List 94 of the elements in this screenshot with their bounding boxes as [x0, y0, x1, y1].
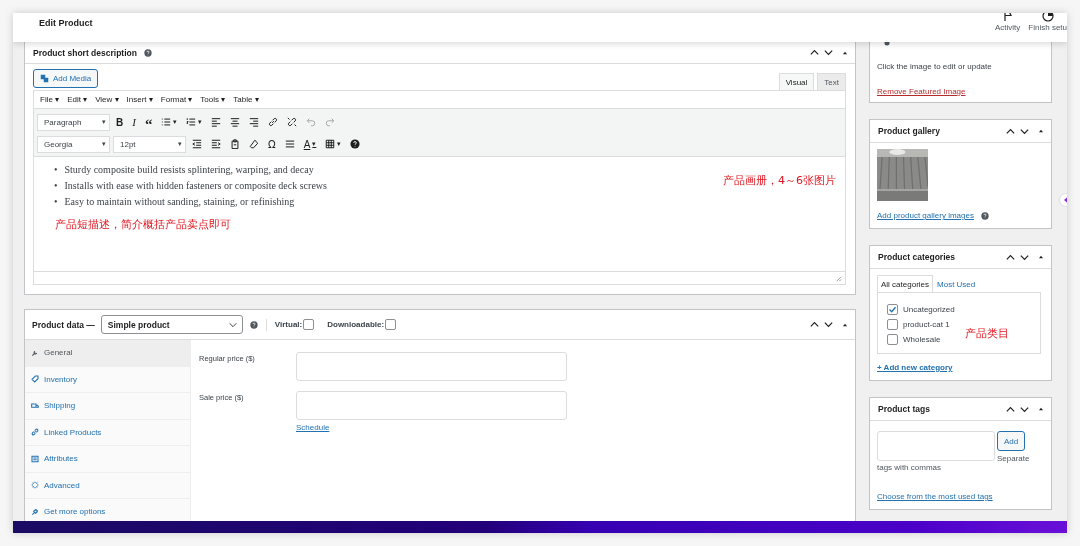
help-icon — [980, 211, 989, 220]
paste-icon — [230, 139, 240, 149]
panel-title: Product gallery — [878, 126, 940, 136]
checkbox[interactable] — [887, 304, 898, 315]
most-used-tags-link[interactable]: Choose from the most used tags — [877, 492, 993, 501]
toolbar-button[interactable]: I — [129, 113, 139, 131]
category-label: Uncategorized — [903, 305, 955, 314]
toolbar-button[interactable]: “ — [141, 113, 156, 131]
align-center-icon — [230, 117, 241, 127]
hint-text: tags with commas — [877, 463, 942, 472]
table-icon — [325, 139, 336, 149]
menu-item[interactable]: Edit ▾ — [64, 95, 91, 104]
editor-tab[interactable]: Visual — [778, 73, 815, 90]
header-action-button[interactable]: Finish setu — [1028, 13, 1067, 32]
tag-input[interactable] — [877, 431, 995, 461]
media-icon — [40, 74, 49, 83]
menu-item[interactable]: View ▾ — [92, 95, 122, 104]
panel-title: Product short description — [33, 47, 137, 58]
checkbox[interactable] — [887, 334, 898, 345]
collapse-icon[interactable] — [1037, 127, 1045, 135]
resize-grip-icon[interactable] — [835, 275, 842, 282]
category-tab[interactable]: Most Used — [933, 275, 980, 292]
link-icon — [268, 117, 279, 127]
bullets-icon — [161, 117, 172, 127]
bullet-text: Sturdy composite build resists splintering, warping, and decay — [64, 163, 314, 176]
help-icon — [350, 139, 361, 149]
add-gallery-link[interactable]: Add product gallery images — [877, 211, 974, 220]
annotation-text: 产品短描述，简介概括产品卖点即可 — [55, 217, 232, 232]
help-icon — [249, 320, 258, 329]
unlink-icon — [287, 117, 298, 127]
collapse-icon[interactable] — [1037, 253, 1045, 261]
menu-item[interactable]: Format ▾ — [157, 95, 196, 104]
collapse-icon[interactable] — [1037, 405, 1045, 413]
bullet-marker: • — [54, 179, 58, 192]
panel-title: Product tags — [878, 404, 930, 414]
annotation-text: 产品画册，4～6张图片 — [723, 173, 836, 188]
panel-title: Product data — — [32, 319, 95, 330]
checkbox[interactable] — [303, 319, 315, 330]
product-data-tab[interactable]: General — [25, 340, 190, 367]
hint-text: Separate — [997, 454, 1030, 463]
align-left-icon — [211, 117, 222, 127]
plug-icon — [31, 507, 39, 516]
tag-icon — [31, 375, 39, 384]
menu-item[interactable]: Insert ▾ — [123, 95, 156, 104]
help-icon — [143, 48, 152, 57]
bullet-marker: • — [54, 163, 58, 176]
price-input[interactable] — [296, 391, 567, 420]
numbers-icon — [186, 117, 197, 127]
wrench-icon — [31, 348, 39, 357]
hint-text: Click the image to edit or update — [877, 62, 993, 71]
add-tag-button[interactable]: Add — [997, 431, 1026, 451]
menu-item[interactable]: Table ▾ — [230, 95, 262, 104]
add-category-link[interactable]: + Add new category — [877, 363, 953, 372]
list-icon — [31, 454, 39, 463]
gear-icon — [31, 481, 39, 490]
move-up-icon[interactable] — [809, 47, 820, 58]
add-media-button[interactable]: Add Media — [33, 69, 99, 88]
menu-item[interactable]: File ▾ — [37, 95, 63, 104]
bullet-marker: • — [54, 195, 58, 208]
toolbar-button[interactable]: B — [113, 113, 127, 131]
menu-item[interactable]: Tools ▾ — [197, 95, 229, 104]
align-right-icon — [249, 117, 260, 127]
category-tab[interactable]: All categories — [877, 275, 934, 292]
undo-icon — [306, 117, 317, 127]
option-label: Downloadable: — [327, 320, 385, 329]
checkbox[interactable] — [887, 319, 898, 330]
move-down-icon[interactable] — [823, 319, 834, 330]
bullet-text: Easy to maintain without sanding, staining, or refinishing — [64, 195, 295, 208]
schedule-link[interactable]: Schedule — [296, 423, 330, 432]
option-label: Virtual: — [274, 320, 303, 329]
editor-tab[interactable]: Text — [817, 73, 846, 90]
header-action-button[interactable]: Activity — [994, 13, 1021, 32]
product-type-select[interactable]: Simple product — [100, 315, 243, 334]
hr-icon — [284, 139, 295, 149]
remove-image-link[interactable]: Remove Featured Image — [877, 87, 1044, 96]
move-up-icon[interactable] — [809, 319, 820, 330]
link-icon — [31, 428, 39, 437]
eraser-icon — [249, 139, 259, 149]
move-down-icon[interactable] — [823, 47, 834, 58]
truck-icon — [31, 401, 39, 410]
indent-icon — [211, 139, 221, 149]
bullet-text: Installs with ease with hidden fasteners or composite deck screws — [64, 179, 327, 192]
progress-icon — [1041, 13, 1054, 22]
category-label: Wholesale — [903, 335, 941, 344]
price-input[interactable] — [296, 352, 567, 381]
category-label: product-cat 1 — [903, 320, 950, 329]
flag-icon — [1001, 13, 1014, 22]
page-title: Edit Product — [39, 18, 93, 28]
annotation-text: 产品类目 — [965, 326, 1009, 341]
panel-title: Product categories — [878, 252, 955, 262]
redo-icon — [325, 117, 336, 127]
toolbar-button[interactable]: Ω — [265, 135, 279, 153]
outdent-icon — [192, 139, 202, 149]
checkbox[interactable] — [385, 319, 397, 330]
